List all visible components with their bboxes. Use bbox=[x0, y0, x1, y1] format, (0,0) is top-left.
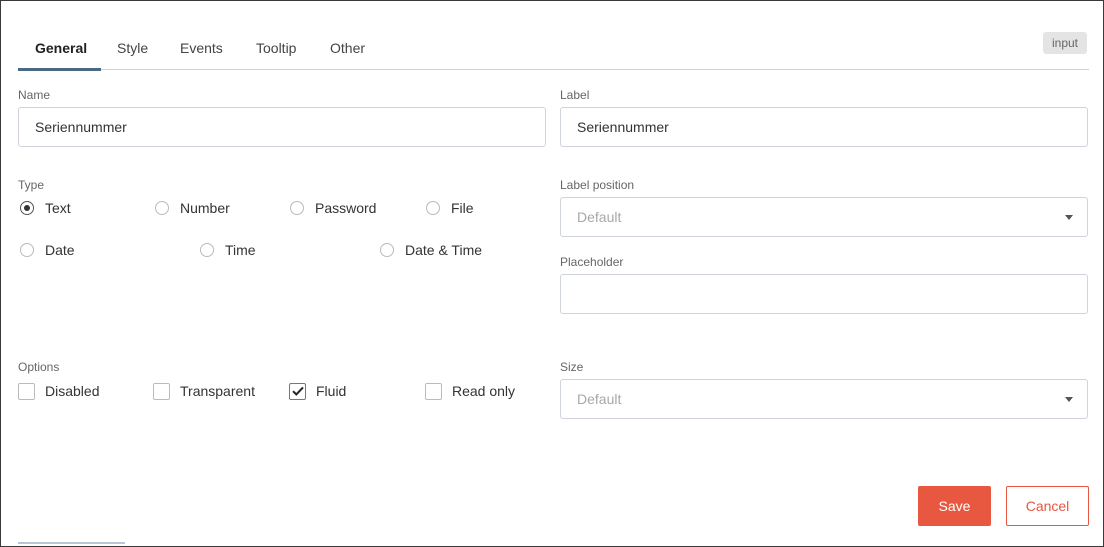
size-label: Size bbox=[560, 360, 584, 374]
checkbox-label: Transparent bbox=[180, 383, 255, 399]
chevron-down-icon bbox=[1065, 215, 1073, 220]
placeholder-input[interactable] bbox=[560, 274, 1088, 314]
option-disabled-checkbox[interactable]: Disabled bbox=[18, 381, 99, 401]
option-transparent-checkbox[interactable]: Transparent bbox=[153, 381, 255, 401]
name-input-value: Seriennummer bbox=[35, 119, 127, 135]
radio-unchecked-icon bbox=[380, 243, 394, 257]
label-label: Label bbox=[560, 88, 590, 102]
radio-unchecked-icon bbox=[155, 201, 169, 215]
radio-label: Date & Time bbox=[405, 242, 483, 258]
size-select[interactable]: Default bbox=[560, 379, 1088, 419]
component-type-badge: input bbox=[1043, 32, 1087, 54]
cancel-button[interactable]: Cancel bbox=[1006, 486, 1089, 526]
checkbox-label: Read only bbox=[452, 383, 516, 399]
type-radio-text[interactable]: Text bbox=[20, 198, 71, 218]
radio-label: Date bbox=[45, 242, 75, 258]
label-position-select[interactable]: Default bbox=[560, 197, 1088, 237]
checkbox-label: Disabled bbox=[45, 383, 100, 399]
checkbox-label: Fluid bbox=[316, 383, 347, 399]
input-properties-dialog: General Style Events Tooltip Other input… bbox=[0, 0, 1104, 547]
option-fluid-checkbox[interactable]: Fluid bbox=[289, 381, 346, 401]
placeholder-label: Placeholder bbox=[560, 255, 624, 269]
options-label: Options bbox=[18, 360, 60, 374]
active-tab-indicator bbox=[18, 68, 101, 71]
option-read-only-checkbox[interactable]: Read only bbox=[425, 381, 515, 401]
size-value: Default bbox=[577, 391, 622, 407]
radio-label: Password bbox=[315, 200, 377, 216]
tab-tooltip[interactable]: Tooltip bbox=[256, 40, 296, 56]
type-radio-file[interactable]: File bbox=[426, 198, 474, 218]
radio-unchecked-icon bbox=[20, 243, 34, 257]
type-label: Type bbox=[18, 178, 45, 192]
type-radio-password[interactable]: Password bbox=[290, 198, 376, 218]
radio-label: Time bbox=[225, 242, 256, 258]
radio-label: Number bbox=[180, 200, 230, 216]
tab-style[interactable]: Style bbox=[117, 40, 148, 56]
tab-events[interactable]: Events bbox=[180, 40, 223, 56]
tab-bar: General Style Events Tooltip Other bbox=[18, 29, 1089, 71]
tab-general[interactable]: General bbox=[35, 40, 87, 56]
tab-other[interactable]: Other bbox=[330, 40, 365, 56]
type-radio-time[interactable]: Time bbox=[200, 240, 256, 260]
label-position-label: Label position bbox=[560, 178, 635, 192]
checkbox-unchecked-icon bbox=[18, 382, 35, 400]
checkmark-icon bbox=[289, 382, 306, 400]
name-input[interactable]: Seriennummer bbox=[18, 107, 546, 147]
type-radio-date[interactable]: Date bbox=[20, 240, 75, 260]
type-radio-number[interactable]: Number bbox=[155, 198, 230, 218]
bottom-divider bbox=[18, 542, 125, 544]
radio-unchecked-icon bbox=[426, 201, 440, 215]
label-input-value: Seriennummer bbox=[577, 119, 669, 135]
radio-checked-icon bbox=[20, 201, 34, 215]
label-position-value: Default bbox=[577, 209, 622, 225]
checkbox-unchecked-icon bbox=[425, 382, 442, 400]
radio-unchecked-icon bbox=[200, 243, 214, 257]
save-button[interactable]: Save bbox=[918, 486, 991, 526]
chevron-down-icon bbox=[1065, 397, 1073, 402]
checkbox-unchecked-icon bbox=[153, 382, 170, 400]
radio-label: File bbox=[451, 200, 474, 216]
name-label: Name bbox=[18, 88, 51, 102]
radio-unchecked-icon bbox=[290, 201, 304, 215]
type-radio-date-time[interactable]: Date & Time bbox=[380, 240, 482, 260]
label-input[interactable]: Seriennummer bbox=[560, 107, 1088, 147]
radio-label: Text bbox=[45, 200, 71, 216]
